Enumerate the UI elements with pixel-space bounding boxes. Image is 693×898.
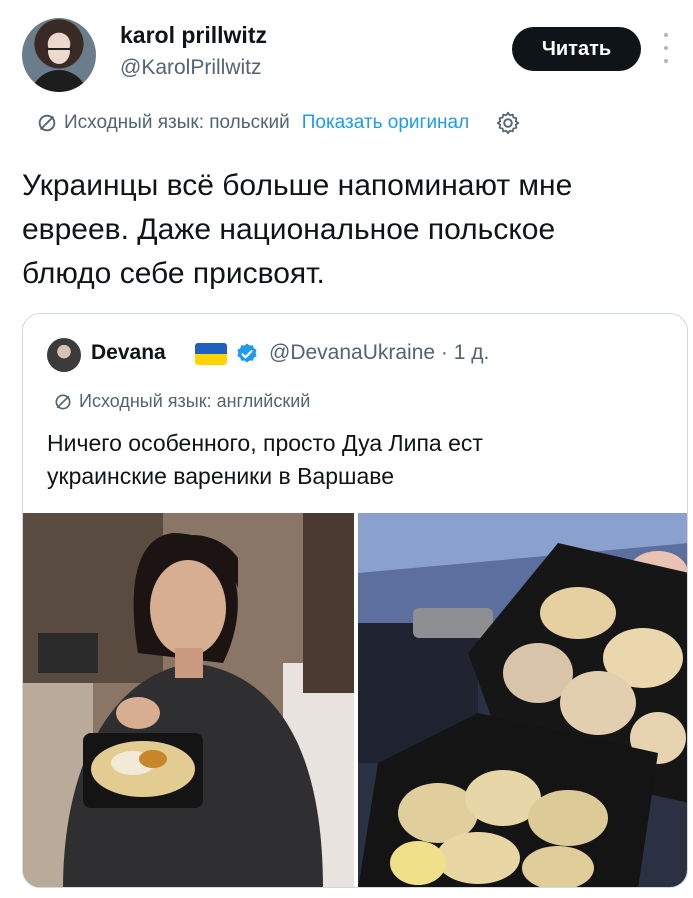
source-language-label: Исходный язык: польский [64, 112, 290, 133]
quote-source-language: Исходный язык: английский [79, 391, 311, 411]
quote-timestamp[interactable]: · 1 д. [441, 341, 489, 364]
translate-icon [38, 114, 56, 132]
read-button[interactable]: Читать [512, 27, 641, 71]
translate-icon [55, 394, 71, 409]
author-name[interactable]: karol prillwitz [120, 22, 267, 49]
tweet-text: Украинцы всё больше напоминают мне еврее… [22, 169, 573, 290]
author-handle[interactable]: @KarolPrillwitz [120, 56, 262, 80]
media-photo-dumpling-trays[interactable] [358, 513, 688, 888]
quote-avatar[interactable] [47, 338, 81, 372]
more-vertical-icon[interactable] [663, 33, 669, 63]
quoted-tweet-card[interactable]: Devana @DevanaUkraine · 1 д. Исходный яз… [22, 313, 688, 888]
quote-text: Ничего особенного, просто Дуа Липа ест у… [47, 430, 483, 489]
quote-translation-bar: Исходный язык: английский [53, 391, 310, 412]
ukraine-flag-icon [195, 343, 227, 365]
media-photo-woman-eating[interactable] [23, 513, 354, 888]
show-original-link[interactable]: Показать оригинал [302, 112, 469, 134]
quote-author-handle[interactable]: @DevanaUkraine [269, 341, 435, 364]
translation-bar: Исходный язык: польский Показать оригина… [36, 108, 521, 138]
quote-meta: @DevanaUkraine · 1 д. [269, 341, 489, 365]
quote-author-name[interactable]: Devana [91, 341, 166, 365]
author-avatar[interactable] [22, 18, 96, 92]
verified-badge-icon [237, 343, 257, 363]
gear-icon[interactable] [495, 110, 521, 136]
